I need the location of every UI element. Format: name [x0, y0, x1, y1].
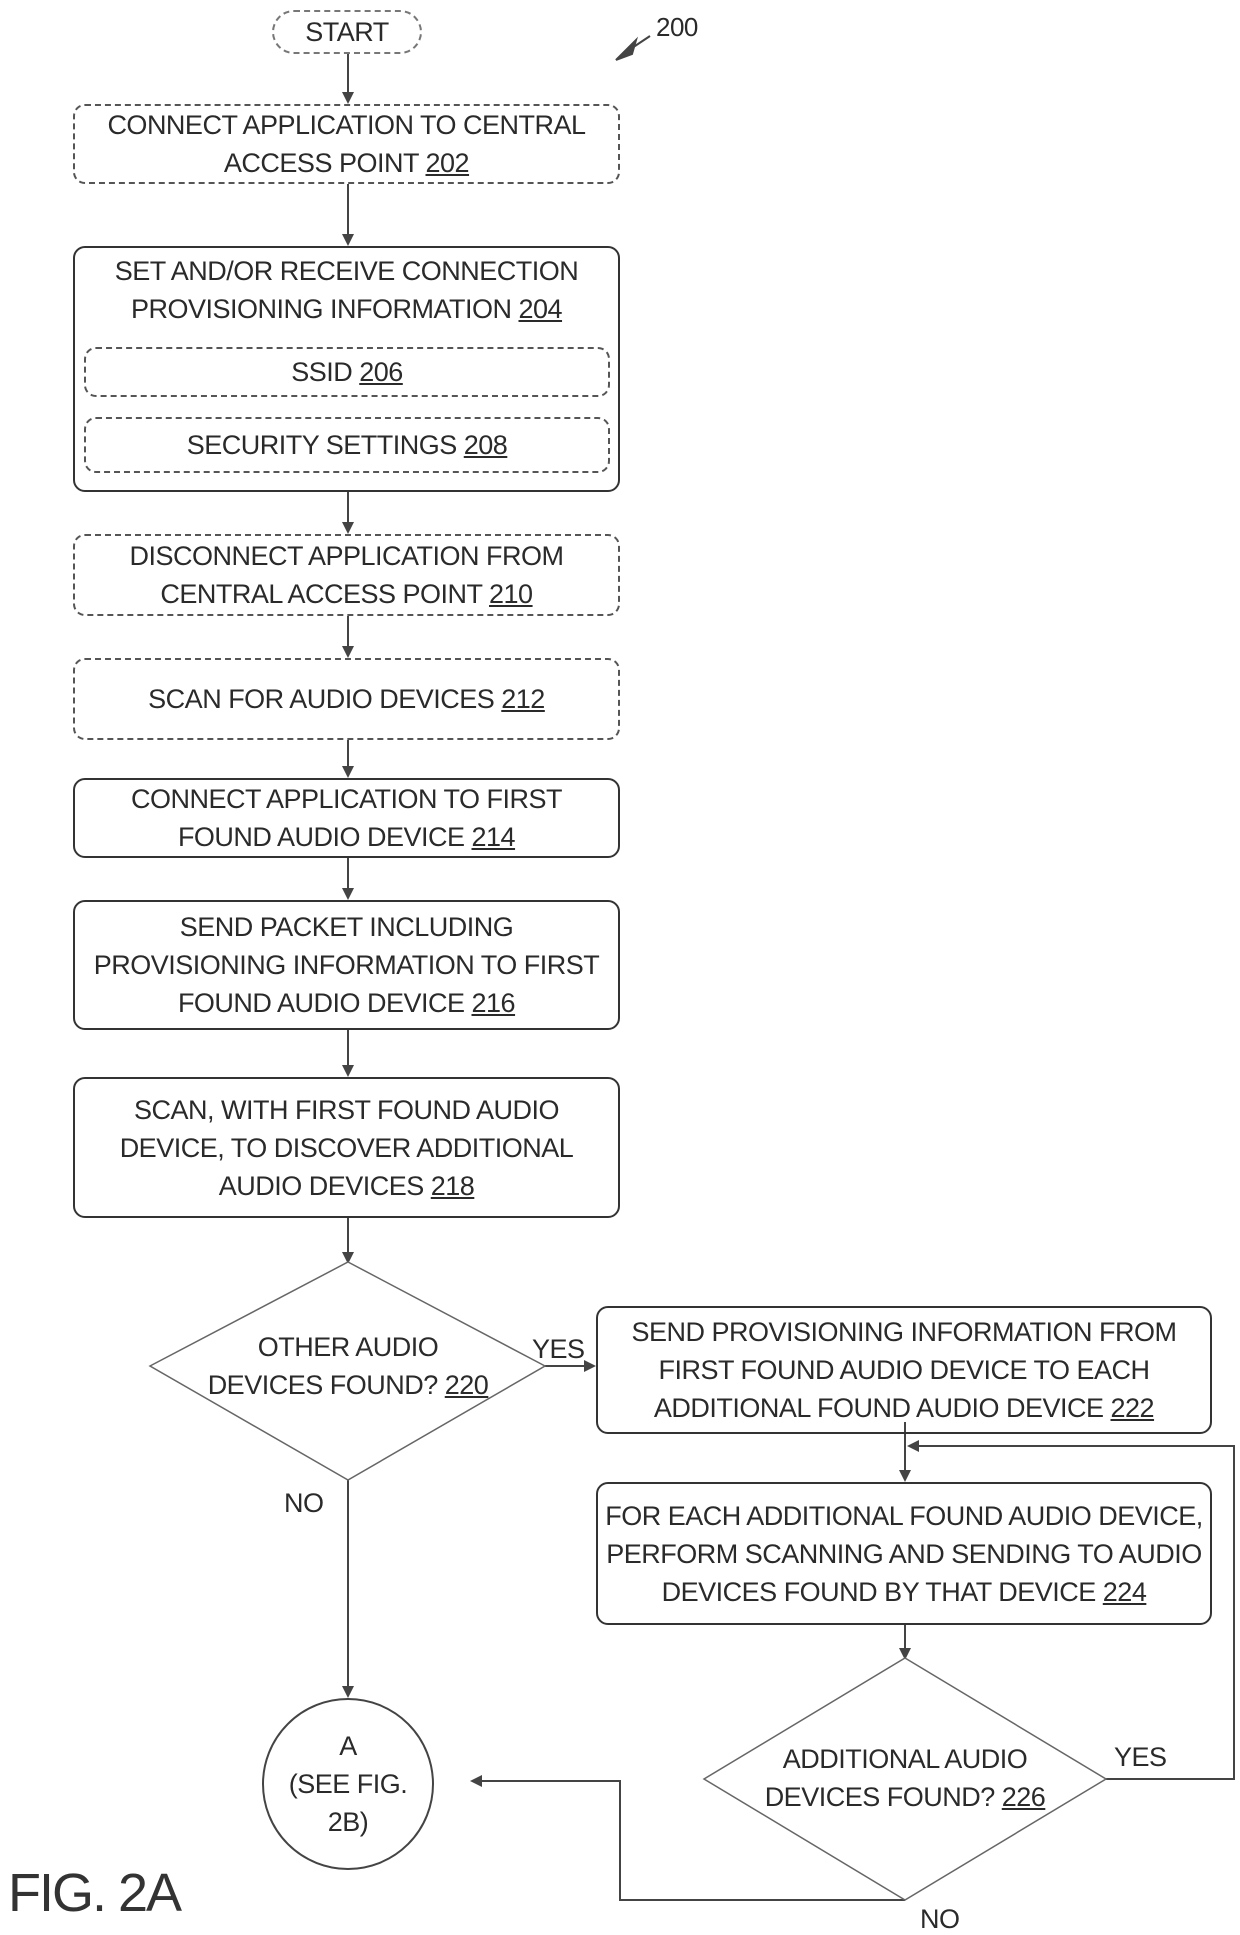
step-216-line-2: PROVISIONING INFORMATION TO FIRST	[93, 950, 600, 980]
step-210-ref: 210	[489, 579, 533, 609]
decision-226: ADDITIONAL AUDIO DEVICES FOUND? 226	[740, 1738, 1070, 1818]
step-222-line-2: FIRST FOUND AUDIO DEVICE TO EACH	[658, 1355, 1150, 1385]
step-224: FOR EACH ADDITIONAL FOUND AUDIO DEVICE, …	[596, 1482, 1212, 1625]
step-202: CONNECT APPLICATION TO CENTRAL ACCESS PO…	[73, 104, 620, 184]
connector-line-1: A	[339, 1731, 357, 1761]
figure-number: 200	[656, 12, 698, 42]
decision-220-ref: 220	[444, 1370, 489, 1400]
step-210-line-1: DISCONNECT APPLICATION FROM	[129, 541, 564, 571]
decision-226-line-2: DEVICES FOUND?	[764, 1782, 996, 1812]
decision-226-no-label: NO	[920, 1904, 960, 1934]
decision-226-line-1: ADDITIONAL AUDIO	[782, 1744, 1028, 1774]
start-terminal: START	[272, 10, 422, 54]
step-214: CONNECT APPLICATION TO FIRST FOUND AUDIO…	[73, 778, 620, 858]
figure-label: FIG. 2A	[8, 1863, 182, 1923]
decision-220: OTHER AUDIO DEVICES FOUND? 220	[200, 1326, 496, 1406]
step-204-ref: 204	[518, 294, 563, 324]
decision-226-yes-label: YES	[1114, 1742, 1167, 1772]
step-216-ref: 216	[471, 988, 516, 1018]
decision-220-yes-label: YES	[532, 1334, 585, 1364]
step-212: SCAN FOR AUDIO DEVICES 212	[73, 658, 620, 740]
step-214-line-1: CONNECT APPLICATION TO FIRST	[130, 784, 563, 814]
step-210-line-2: CENTRAL ACCESS POINT	[160, 579, 482, 609]
step-224-ref: 224	[1102, 1576, 1147, 1607]
start-label: START	[305, 17, 389, 47]
step-224-line-3: DEVICES FOUND BY THAT DEVICE	[661, 1576, 1097, 1607]
step-218: SCAN, WITH FIRST FOUND AUDIO DEVICE, TO …	[73, 1077, 620, 1218]
step-206-ref: 206	[359, 357, 403, 387]
step-206-text: SSID	[291, 357, 353, 387]
step-214-line-2: FOUND AUDIO DEVICE	[177, 822, 465, 852]
step-204-line-1: SET AND/OR RECEIVE CONNECTION	[114, 256, 579, 286]
step-216-line-3: FOUND AUDIO DEVICE	[177, 988, 465, 1018]
step-222-line-3: ADDITIONAL FOUND AUDIO DEVICE	[653, 1393, 1104, 1423]
step-210: DISCONNECT APPLICATION FROM CENTRAL ACCE…	[73, 534, 620, 616]
step-208: SECURITY SETTINGS 208	[84, 417, 610, 473]
step-224-line-1: FOR EACH ADDITIONAL FOUND AUDIO DEVICE,	[605, 1500, 1203, 1531]
connector-line-2: (SEE FIG.	[288, 1769, 408, 1799]
step-212-ref: 212	[501, 684, 545, 714]
step-202-line-1: CONNECT APPLICATION TO CENTRAL	[107, 110, 586, 140]
connector-line-3: 2B)	[327, 1807, 369, 1837]
offpage-connector-a: A (SEE FIG. 2B)	[262, 1698, 434, 1870]
step-202-line-2: ACCESS POINT	[223, 148, 419, 178]
step-208-ref: 208	[463, 430, 508, 460]
step-222: SEND PROVISIONING INFORMATION FROM FIRST…	[596, 1306, 1212, 1434]
step-208-text: SECURITY SETTINGS	[186, 430, 458, 460]
step-222-ref: 222	[1110, 1393, 1155, 1423]
step-206: SSID 206	[84, 347, 610, 397]
step-218-ref: 218	[430, 1170, 475, 1201]
step-224-line-2: PERFORM SCANNING AND SENDING TO AUDIO	[606, 1538, 1202, 1569]
step-204-line-2: PROVISIONING INFORMATION	[130, 294, 512, 324]
step-222-line-1: SEND PROVISIONING INFORMATION FROM	[631, 1317, 1177, 1347]
figure-pointer-arrow	[615, 36, 639, 61]
step-218-line-1: SCAN, WITH FIRST FOUND AUDIO	[133, 1094, 560, 1125]
step-202-ref: 202	[425, 148, 470, 178]
step-212-text: SCAN FOR AUDIO DEVICES	[148, 684, 495, 714]
step-218-line-3: AUDIO DEVICES	[218, 1170, 425, 1201]
step-214-ref: 214	[471, 822, 516, 852]
step-218-line-2: DEVICE, TO DISCOVER ADDITIONAL	[119, 1132, 574, 1163]
step-216-line-1: SEND PACKET INCLUDING	[179, 912, 514, 942]
step-216: SEND PACKET INCLUDING PROVISIONING INFOR…	[73, 900, 620, 1030]
decision-220-no-label: NO	[284, 1488, 324, 1518]
decision-226-ref: 226	[1001, 1782, 1046, 1812]
decision-220-line-2: DEVICES FOUND?	[207, 1370, 439, 1400]
decision-220-line-1: OTHER AUDIO	[257, 1332, 439, 1362]
